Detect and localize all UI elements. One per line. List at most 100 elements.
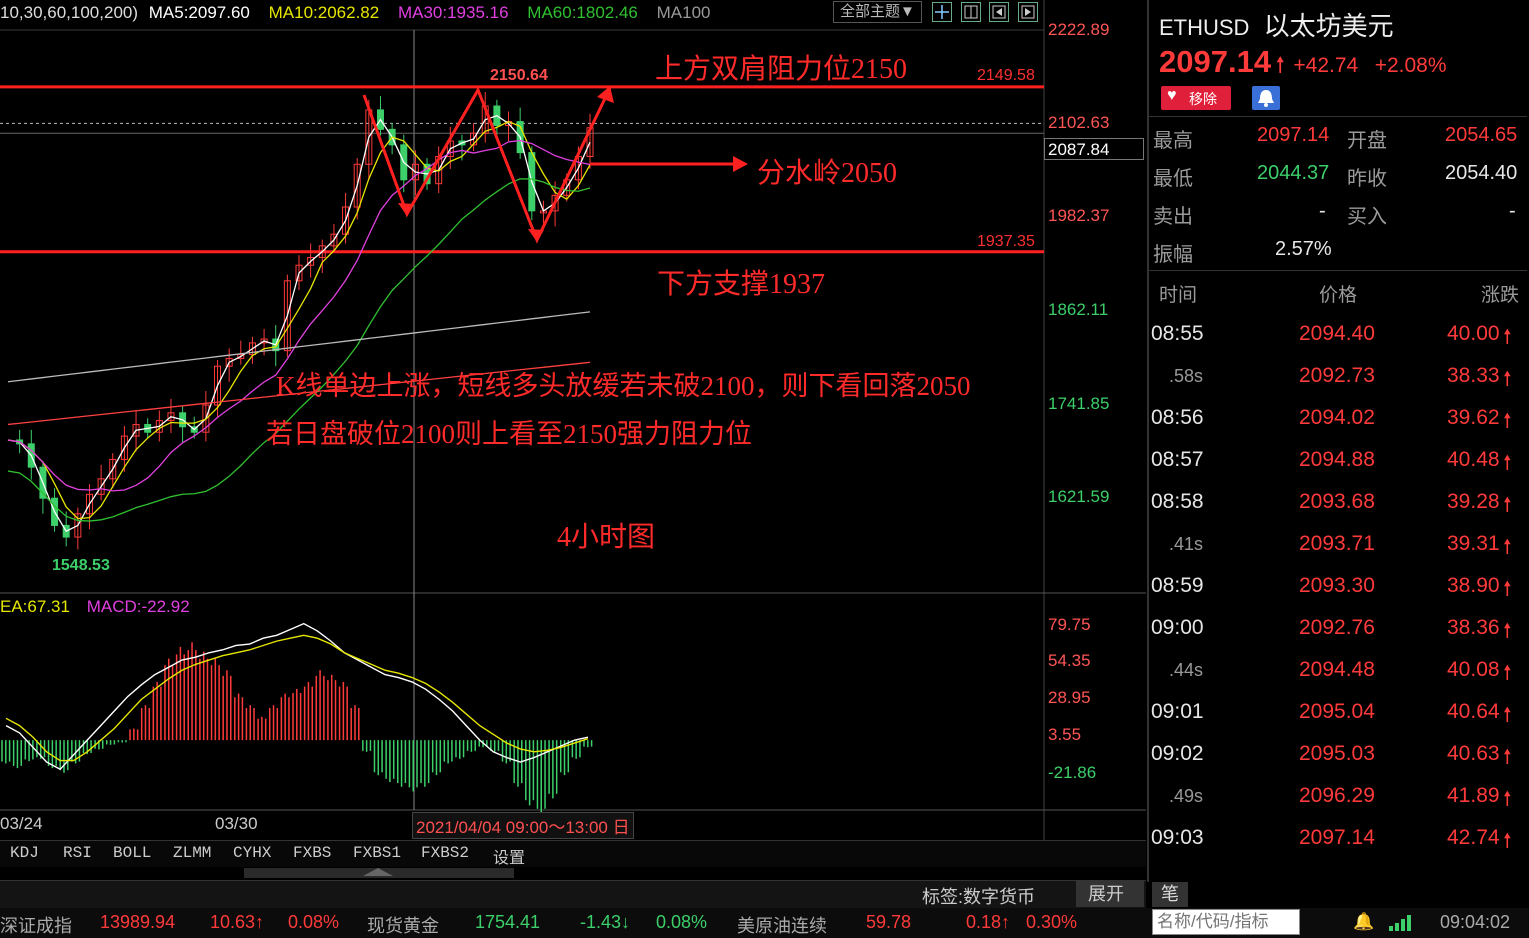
open-value: 2054.65 bbox=[1445, 124, 1518, 146]
price-change: +42.74 bbox=[1293, 54, 1359, 77]
tick-row: 08:55 2094.40 40.00 🠕 bbox=[1149, 322, 1527, 364]
tab-zlmm[interactable]: ZLMM bbox=[173, 844, 211, 862]
ma60-line bbox=[7, 178, 591, 522]
current-price-label: 2087.84 bbox=[1044, 138, 1144, 160]
tick-price: 2093.68 bbox=[1299, 490, 1375, 513]
ma60-value: MA60:1802.46 bbox=[527, 3, 638, 22]
timeframe-annotation: 4小时图 bbox=[557, 522, 656, 553]
tab-boll[interactable]: BOLL bbox=[113, 844, 151, 862]
tab-kdj[interactable]: KDJ bbox=[10, 844, 39, 862]
tick-price: 2097.14 bbox=[1299, 826, 1375, 849]
bell-icon[interactable]: 🔔 bbox=[1353, 912, 1374, 932]
up-arrow-icon: 🠕 bbox=[1503, 326, 1512, 348]
last-price: 2097.14 bbox=[1159, 44, 1272, 79]
chart-toolbar: 全部主题▼ bbox=[833, 1, 1038, 23]
tick-header-change: 涨跌 bbox=[1481, 285, 1520, 306]
sell-value: - bbox=[1319, 200, 1326, 222]
alert-bell-icon[interactable] bbox=[1252, 86, 1280, 110]
index2-change: -1.43↓ bbox=[580, 912, 631, 932]
prev-close-label: 昨收 bbox=[1347, 168, 1387, 190]
low-value: 2044.37 bbox=[1257, 162, 1330, 184]
prev-close-value: 2054.40 bbox=[1445, 162, 1518, 184]
dea-value: EA:67.31 bbox=[0, 597, 70, 616]
search-input[interactable] bbox=[1152, 909, 1300, 935]
arrow-head bbox=[528, 229, 544, 242]
tick-change: 38.90 bbox=[1447, 574, 1500, 597]
ma-periods: 10,30,60,100,200) bbox=[0, 3, 139, 22]
indicator-tab-bar bbox=[0, 840, 1146, 867]
ma100-value: MA100 bbox=[656, 3, 711, 22]
tick-time: 08:57 bbox=[1151, 448, 1204, 471]
heart-icon: ♥ bbox=[1167, 87, 1177, 104]
ma10-line bbox=[7, 120, 591, 520]
up-arrow-icon: 🠕 bbox=[1503, 452, 1512, 474]
ma5-value: MA5:2097.60 bbox=[148, 3, 250, 22]
amplitude-label: 振幅 bbox=[1153, 244, 1193, 266]
low-label: 最低 bbox=[1153, 168, 1193, 190]
remove-label: 移除 bbox=[1189, 91, 1217, 107]
tick-change: 40.63 bbox=[1447, 742, 1500, 765]
tick-change: 39.31 bbox=[1447, 532, 1500, 555]
index2-name[interactable]: 现货黄金 bbox=[367, 912, 439, 938]
tick-price: 2092.76 bbox=[1299, 616, 1375, 639]
layout-icon[interactable] bbox=[960, 1, 981, 22]
tick-time: .41s bbox=[1169, 534, 1204, 554]
tick-change: 39.28 bbox=[1447, 490, 1500, 513]
tick-time: 09:00 bbox=[1151, 616, 1204, 639]
scroll-up-icon[interactable] bbox=[363, 868, 393, 876]
signal-icon bbox=[1388, 913, 1416, 931]
up-arrow-icon: 🠕 bbox=[1275, 52, 1285, 77]
index3-value: 59.78 bbox=[866, 912, 912, 932]
tick-row: .44s 2094.48 40.08 🠕 bbox=[1149, 658, 1527, 700]
tick-change: 42.74 bbox=[1447, 826, 1500, 849]
crosshair-icon[interactable] bbox=[932, 1, 953, 22]
up-arrow-icon: 🠕 bbox=[1503, 830, 1512, 852]
tab-settings[interactable]: 设置 bbox=[493, 844, 525, 868]
tab-cyhx[interactable]: CYHX bbox=[233, 844, 271, 862]
tick-row: .49s 2096.29 41.89 🠕 bbox=[1149, 784, 1527, 826]
macd-tick: 79.75 bbox=[1048, 615, 1091, 634]
macd-tick: 54.35 bbox=[1048, 651, 1091, 670]
price-change-pct: +2.08% bbox=[1374, 54, 1447, 77]
tick-row: .41s 2093.71 39.31 🠕 bbox=[1149, 532, 1527, 574]
next-icon[interactable] bbox=[1017, 1, 1038, 22]
macd-legend: EA:67.31 MACD:-22.92 bbox=[0, 597, 190, 617]
tick-time: 08:58 bbox=[1151, 490, 1204, 513]
symbol-code: ETHUSD bbox=[1159, 15, 1250, 40]
theme-dropdown[interactable]: 全部主题▼ bbox=[833, 1, 922, 23]
tick-time: .58s bbox=[1169, 366, 1204, 386]
prev-icon[interactable] bbox=[989, 1, 1010, 22]
tick-time: 09:02 bbox=[1151, 742, 1204, 765]
index3-name[interactable]: 美原油连续 bbox=[737, 912, 827, 938]
expand-button[interactable]: 展开 ≛ bbox=[1076, 881, 1144, 930]
symbol-name: 以太坊美元 bbox=[1263, 11, 1394, 41]
index1-name[interactable]: 深证成指 bbox=[0, 912, 72, 938]
quote-row-amplitude: 振幅 2.57% bbox=[1153, 238, 1525, 274]
tick-price: 2095.03 bbox=[1299, 742, 1375, 765]
tick-row: .58s 2092.73 38.33 🠕 bbox=[1149, 364, 1527, 406]
tick-row: 09:02 2095.03 40.63 🠕 bbox=[1149, 742, 1527, 784]
comment-line-2: 若日盘破位2100则上看至2150强力阻力位 bbox=[266, 419, 752, 449]
tick-change: 40.00 bbox=[1447, 322, 1500, 345]
price-tick: 1741.85 bbox=[1048, 394, 1110, 413]
tab-fxbs[interactable]: FXBS bbox=[293, 844, 331, 862]
tick-price: 2093.30 bbox=[1299, 574, 1375, 597]
remove-button[interactable]: ♥ 移除 bbox=[1161, 86, 1231, 110]
sell-label: 卖出 bbox=[1153, 206, 1193, 228]
pen-button[interactable]: 笔 bbox=[1152, 881, 1188, 907]
tab-rsi[interactable]: RSI bbox=[63, 844, 92, 862]
tab-fxbs1[interactable]: FXBS1 bbox=[353, 844, 401, 862]
tick-price: 2095.04 bbox=[1299, 700, 1375, 723]
date-label: 03/24 bbox=[0, 814, 43, 833]
tick-change: 39.62 bbox=[1447, 406, 1500, 429]
price-tick: 2102.63 bbox=[1048, 113, 1110, 132]
tick-price: 2094.40 bbox=[1299, 322, 1375, 345]
tick-header-price: 价格 bbox=[1319, 285, 1358, 306]
tab-fxbs2[interactable]: FXBS2 bbox=[421, 844, 469, 862]
price-tick: 1621.59 bbox=[1048, 487, 1110, 506]
macd-tick: 28.95 bbox=[1048, 688, 1091, 707]
high-label: 最高 bbox=[1153, 130, 1193, 152]
macd-value: MACD:-22.92 bbox=[86, 597, 190, 616]
price-tick: 1862.11 bbox=[1048, 300, 1109, 319]
tick-time: 08:59 bbox=[1151, 574, 1204, 597]
